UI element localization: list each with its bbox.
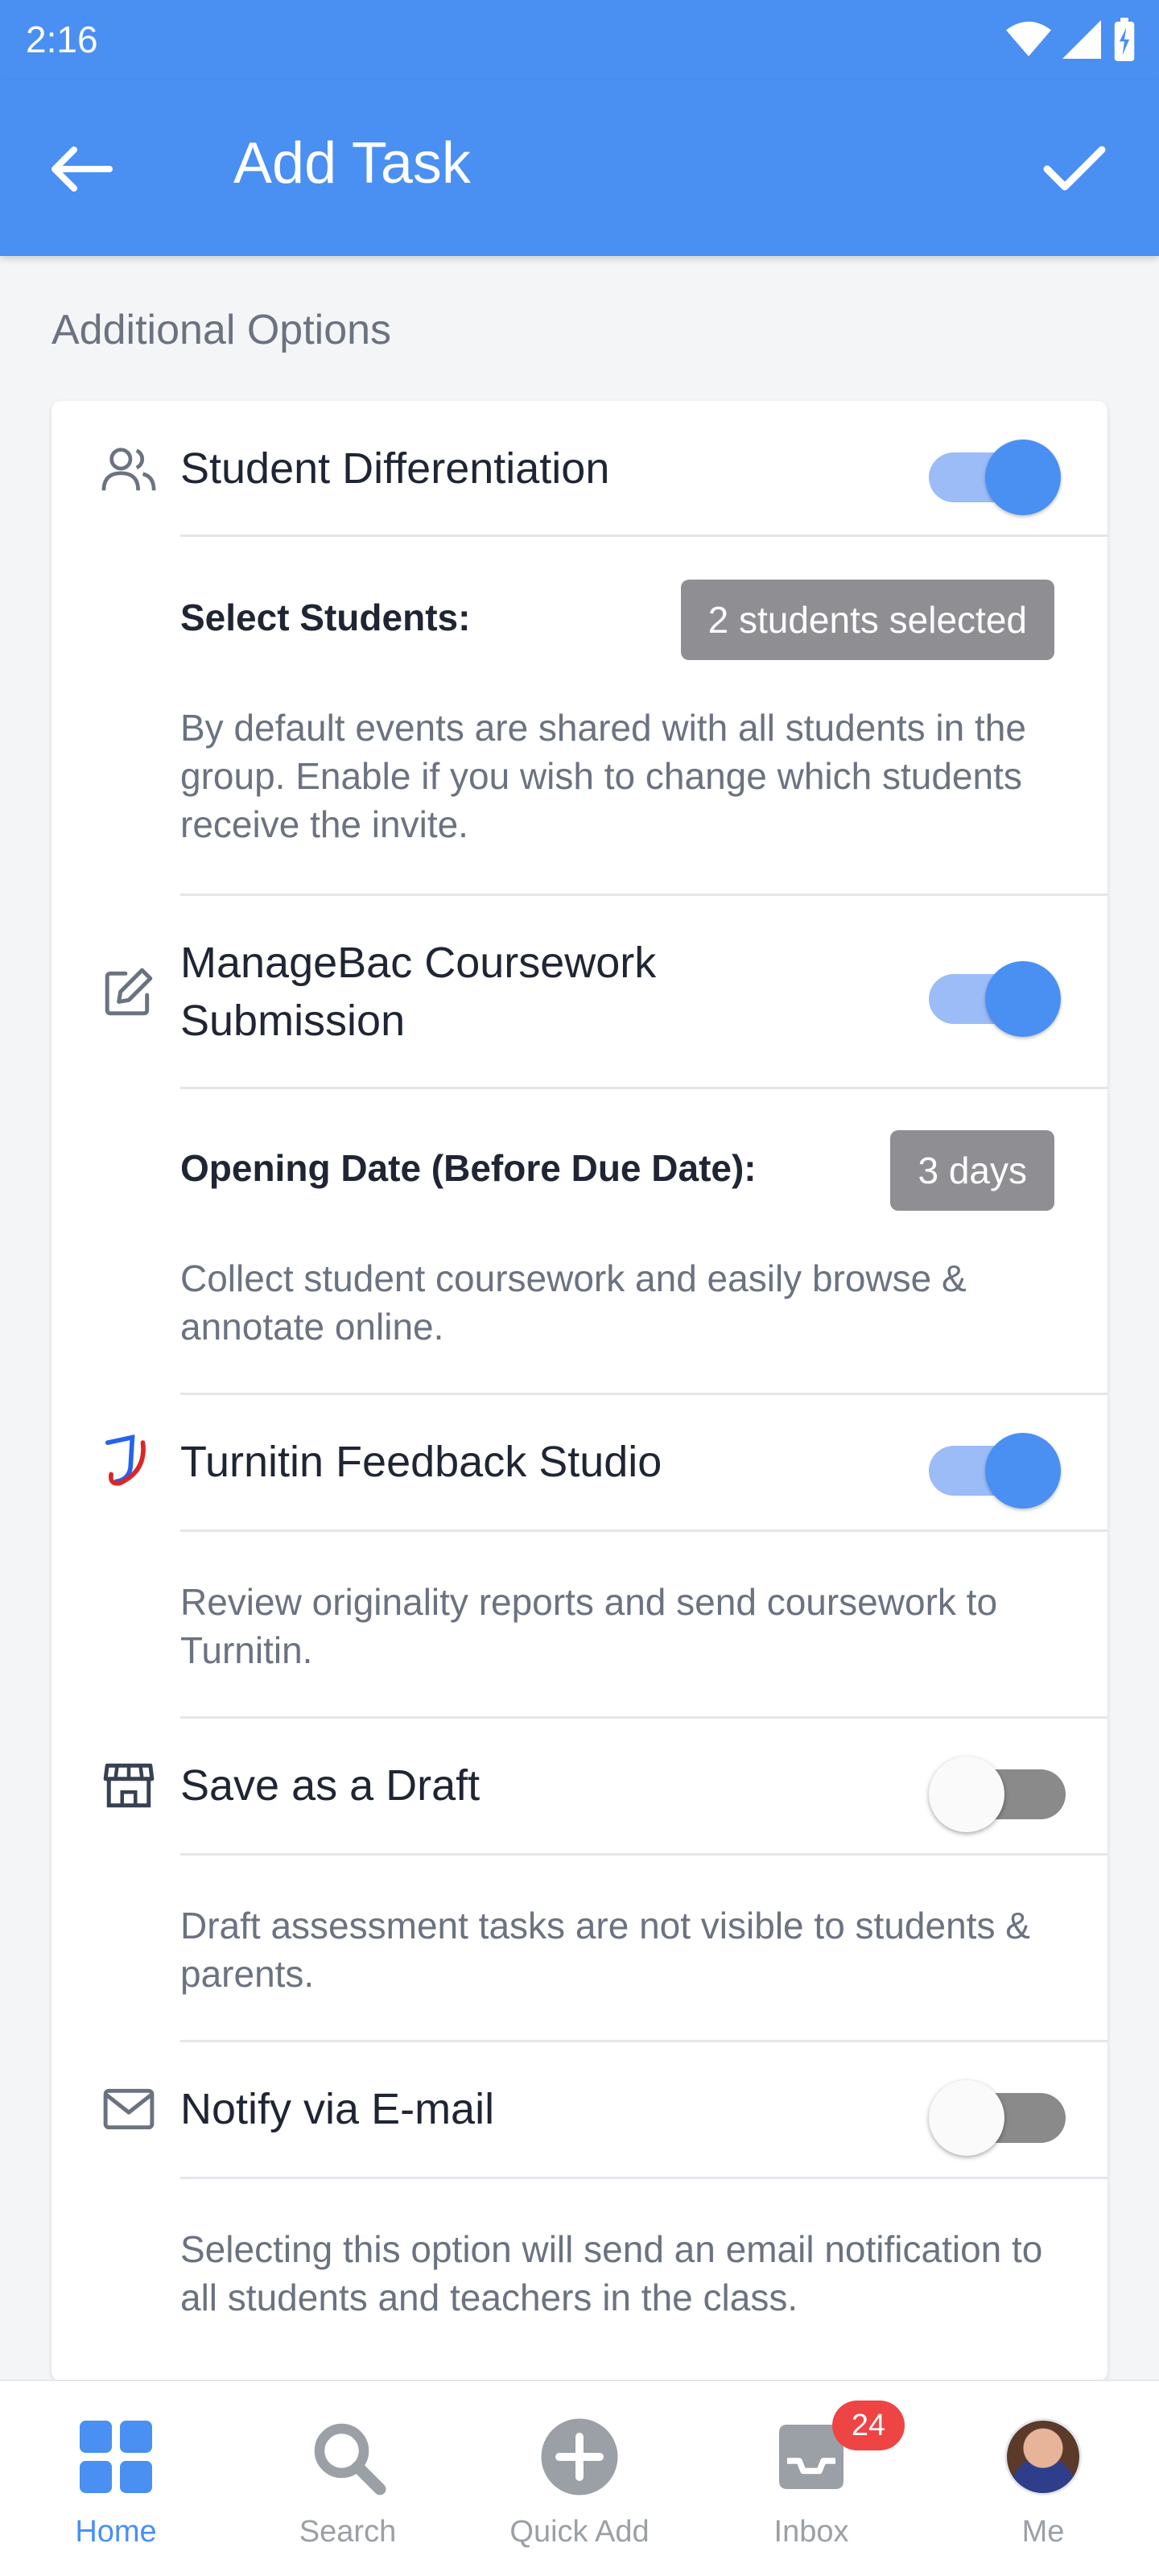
opening-date-label: Opening Date (Before Due Date): — [180, 1147, 757, 1189]
option-title: Notify via E-mail — [180, 2085, 495, 2133]
battery-icon — [1114, 18, 1135, 61]
option-notify-email[interactable]: Notify via E-mail — [52, 2041, 1107, 2177]
nav-label: Inbox — [773, 2515, 849, 2549]
status-bar: 2:16 — [0, 0, 1159, 80]
divider — [180, 1087, 1107, 1089]
bottom-nav: Home Search Quick Add 24 Inbox Me — [0, 2380, 1159, 2576]
nav-label: Quick Add — [509, 2515, 650, 2549]
nav-search[interactable]: Search — [232, 2381, 464, 2576]
turnitin-description: Review originality reports and send cour… — [180, 1581, 998, 1671]
option-turnitin[interactable]: Turnitin Feedback Studio — [52, 1394, 1107, 1530]
nav-label: Search — [299, 2515, 397, 2549]
option-title: Student Differentiation — [180, 444, 610, 493]
avatar-icon — [1003, 2417, 1083, 2497]
opening-date-button[interactable]: 3 days — [890, 1130, 1054, 1211]
coursework-description: Collect student coursework and easily br… — [180, 1257, 967, 1348]
page-title: Add Task — [233, 131, 471, 196]
app-bar: Add Task — [0, 80, 1159, 256]
nav-label: Home — [75, 2515, 157, 2549]
plus-circle-icon — [539, 2417, 620, 2497]
mail-icon — [100, 2080, 158, 2138]
option-save-draft[interactable]: Save as a Draft — [52, 1718, 1107, 1853]
email-toggle[interactable] — [929, 2069, 1066, 2156]
home-grid-icon — [76, 2417, 156, 2497]
nav-home[interactable]: Home — [0, 2381, 232, 2576]
save-button[interactable] — [1038, 137, 1111, 201]
status-time: 2:16 — [26, 19, 98, 60]
select-students-label: Select Students: — [180, 597, 471, 638]
turnitin-toggle[interactable] — [929, 1422, 1066, 1509]
turnitin-logo-icon — [100, 1431, 158, 1489]
differentiation-toggle[interactable] — [929, 428, 1066, 515]
users-icon — [100, 440, 158, 497]
divider — [180, 1853, 1107, 1856]
option-student-differentiation[interactable]: Student Differentiation — [52, 401, 1107, 536]
nav-quick-add[interactable]: Quick Add — [464, 2381, 695, 2576]
avatar — [1004, 2418, 1082, 2496]
wifi-icon — [1006, 21, 1051, 56]
nav-inbox[interactable]: 24 Inbox — [695, 2381, 927, 2576]
option-title: Turnitin Feedback Studio — [180, 1438, 662, 1486]
divider — [180, 1530, 1107, 1532]
email-description: Selecting this option will send an email… — [180, 2228, 1043, 2318]
signal-icon — [1062, 20, 1101, 59]
differentiation-description: By default events are shared with all st… — [180, 707, 1026, 845]
options-card: Student Differentiation Select Students:… — [52, 401, 1107, 2381]
draft-shop-icon — [100, 1757, 158, 1814]
inbox-badge: 24 — [832, 2401, 905, 2450]
coursework-toggle[interactable] — [929, 950, 1066, 1037]
divider — [180, 2177, 1107, 2179]
search-icon — [307, 2417, 388, 2497]
option-coursework-submission[interactable]: ManageBac Coursework Submission — [52, 895, 1107, 1087]
back-button[interactable] — [48, 137, 129, 201]
check-icon — [1043, 146, 1106, 191]
status-icons — [1006, 18, 1136, 61]
draft-description: Draft assessment tasks are not visible t… — [180, 1905, 1030, 1995]
students-selected-button[interactable]: 2 students selected — [680, 580, 1054, 660]
option-title: Save as a Draft — [180, 1761, 481, 1810]
arrow-left-icon — [52, 147, 113, 192]
option-title: ManageBac Coursework Submission — [180, 939, 657, 1045]
edit-icon — [100, 963, 158, 1021]
nav-me[interactable]: Me — [927, 2381, 1159, 2576]
nav-label: Me — [1021, 2515, 1065, 2549]
divider — [180, 535, 1107, 537]
section-title: Additional Options — [52, 307, 392, 353]
draft-toggle[interactable] — [929, 1745, 1066, 1832]
